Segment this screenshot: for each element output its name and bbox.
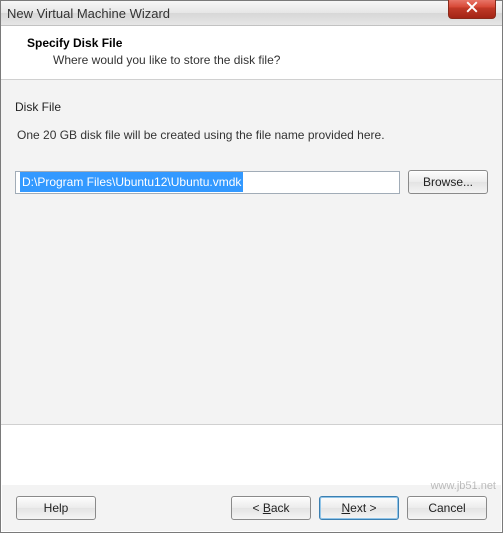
next-button-label: Next > [341,501,376,515]
wizard-window: New Virtual Machine Wizard Specify Disk … [0,0,503,533]
title-bar[interactable]: New Virtual Machine Wizard [1,1,502,26]
header-panel: Specify Disk File Where would you like t… [1,26,502,80]
cancel-button[interactable]: Cancel [407,496,487,520]
path-row: D:\Program Files\Ubuntu12\Ubuntu.vmdk Br… [15,170,488,194]
close-button[interactable] [448,0,496,19]
browse-button[interactable]: Browse... [408,170,488,194]
back-button-label: < Back [252,501,289,515]
body-panel: Disk File One 20 GB disk file will be cr… [1,80,502,425]
help-button-label: Help [44,501,69,515]
browse-button-label: Browse... [423,175,473,189]
disk-path-value: D:\Program Files\Ubuntu12\Ubuntu.vmdk [20,172,243,192]
page-subtitle: Where would you like to store the disk f… [53,53,490,67]
next-button[interactable]: Next > [319,496,399,520]
footer-panel: Help < Back Next > Cancel [2,485,501,531]
window-title: New Virtual Machine Wizard [7,6,170,21]
help-button[interactable]: Help [16,496,96,520]
close-icon [466,1,478,16]
cancel-button-label: Cancel [428,501,465,515]
group-label-disk-file: Disk File [15,100,488,114]
disk-file-description: One 20 GB disk file will be created usin… [15,128,488,142]
back-button[interactable]: < Back [231,496,311,520]
disk-path-input[interactable]: D:\Program Files\Ubuntu12\Ubuntu.vmdk [15,171,400,194]
page-title: Specify Disk File [13,36,490,50]
